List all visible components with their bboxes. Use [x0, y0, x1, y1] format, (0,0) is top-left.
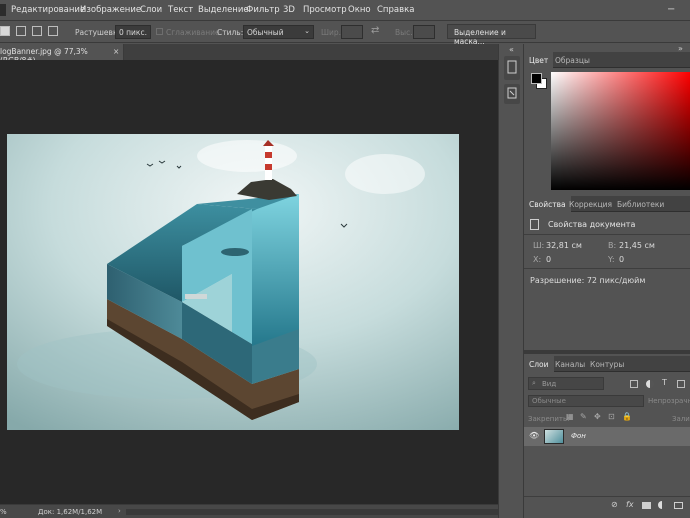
document-image[interactable] — [7, 134, 459, 430]
menu-window[interactable]: Окно — [348, 5, 371, 15]
subtract-selection-icon[interactable] — [32, 26, 42, 36]
tab-adjustments[interactable]: Коррекция — [564, 196, 617, 212]
intersect-selection-icon[interactable] — [48, 26, 58, 36]
layers-panel-tabs: Слои Каналы Контуры — [524, 356, 690, 372]
properties-title: Свойства документа — [548, 220, 636, 229]
pixel-filter-icon[interactable] — [630, 380, 638, 388]
y-prop-label: Y: — [608, 255, 615, 264]
document-tab[interactable]: logBanner.jpg @ 77,3% (RGB/8#) × — [0, 44, 124, 65]
properties-panel-tabs: Свойства Коррекция Библиотеки — [524, 196, 690, 212]
status-arrow-icon[interactable]: › — [118, 507, 121, 515]
width-input[interactable] — [341, 25, 363, 39]
antialias-label: Сглаживание — [166, 28, 220, 37]
tab-paths[interactable]: Контуры — [585, 356, 629, 372]
new-selection-icon[interactable] — [0, 26, 10, 36]
layer-filter-value: Вид — [542, 380, 557, 388]
antialias-checkbox[interactable] — [156, 28, 163, 35]
divider — [524, 268, 690, 269]
menu-bar: Редактирование Изображение Слои Текст Вы… — [0, 0, 690, 21]
properties-icon[interactable] — [504, 84, 520, 104]
menu-layers[interactable]: Слои — [140, 5, 162, 15]
menu-3d[interactable]: 3D — [283, 5, 295, 15]
menu-select[interactable]: Выделение — [198, 5, 249, 15]
search-icon: ⌕ — [532, 379, 536, 387]
foreground-color-swatch[interactable] — [531, 73, 542, 84]
fx-icon[interactable]: fx — [626, 500, 634, 509]
menu-edit[interactable]: Редактирование — [11, 5, 85, 15]
layer-thumbnail — [544, 429, 564, 444]
right-panel: » Цвет Образцы Свойства Коррекция Библио… — [524, 44, 690, 518]
status-bar: % Док: 1,62M/1,62M › — [0, 504, 498, 518]
menu-image[interactable]: Изображение — [80, 5, 141, 15]
tab-libraries[interactable]: Библиотеки — [612, 196, 669, 212]
adjustment-filter-icon[interactable] — [646, 380, 654, 388]
chevron-down-icon: ⌄ — [304, 27, 310, 35]
lock-image-icon[interactable]: ✎ — [580, 412, 587, 421]
add-mask-icon[interactable] — [642, 502, 651, 509]
x-prop-label: X: — [533, 255, 542, 264]
tab-swatches[interactable]: Образцы — [550, 52, 595, 68]
opacity-label: Непрозрачно — [648, 397, 690, 405]
options-bar: Растушевка: 0 пикс. Сглаживание Стиль: О… — [0, 21, 690, 46]
document-icon — [530, 219, 539, 230]
lock-all-icon[interactable]: 🔒 — [622, 412, 632, 421]
link-layers-icon[interactable]: ⊘ — [611, 500, 618, 509]
new-adjustment-icon[interactable] — [658, 501, 666, 509]
new-group-icon[interactable] — [674, 502, 683, 509]
style-label: Стиль: — [217, 28, 244, 37]
color-panel-tabs: Цвет Образцы — [524, 52, 690, 68]
panel-icon-strip: « — [498, 44, 524, 518]
history-icon[interactable] — [504, 56, 520, 80]
blend-mode-select[interactable]: Обычные — [528, 395, 644, 407]
layer-name[interactable]: Фон — [571, 432, 586, 440]
y-prop-value[interactable]: 0 — [619, 255, 624, 264]
type-filter-icon[interactable]: T — [662, 378, 667, 387]
height-input[interactable] — [413, 25, 435, 39]
feather-input[interactable]: 0 пикс. — [115, 25, 151, 39]
x-prop-value[interactable]: 0 — [546, 255, 551, 264]
resolution-text: Разрешение: 72 пикс/дюйм — [530, 276, 646, 285]
swap-icon[interactable]: ⇄ — [371, 25, 379, 36]
app-logo[interactable] — [0, 4, 6, 16]
lock-artboard-icon[interactable]: ⊡ — [608, 412, 615, 421]
width-prop-value[interactable]: 32,81 см — [546, 241, 582, 250]
tab-color[interactable]: Цвет — [524, 52, 554, 68]
menu-filter[interactable]: Фильтр — [246, 5, 280, 15]
menu-view[interactable]: Просмотр — [303, 5, 347, 15]
collapse-icon[interactable]: « — [509, 45, 514, 54]
height-prop-label: В: — [608, 241, 617, 250]
menu-type[interactable]: Текст — [168, 5, 193, 15]
divider — [524, 496, 690, 497]
close-icon[interactable]: × — [113, 47, 119, 56]
document-size: Док: 1,62M/1,62M — [38, 508, 103, 516]
lock-label: Закрепить: — [528, 415, 570, 423]
layer-row[interactable]: 👁 Фон — [524, 427, 690, 446]
divider — [524, 234, 690, 235]
height-prop-value[interactable]: 21,45 см — [619, 241, 655, 250]
zoom-level[interactable]: % — [0, 508, 7, 516]
style-value: Обычный — [247, 28, 284, 37]
shape-filter-icon[interactable] — [677, 380, 685, 388]
lock-position-icon[interactable]: ✥ — [594, 412, 601, 421]
width-prop-label: Ш: — [533, 241, 545, 250]
select-and-mask-button[interactable]: Выделение и маска... — [447, 24, 536, 46]
color-picker-field[interactable] — [551, 72, 690, 190]
blend-mode-value: Обычные — [532, 397, 566, 405]
panel-separator — [524, 350, 690, 354]
minimize-icon[interactable]: − — [667, 4, 675, 15]
layer-filter-select[interactable]: ⌕ Вид — [528, 377, 604, 390]
lock-transparent-icon[interactable]: ▦ — [566, 412, 574, 421]
style-select[interactable]: Обычный ⌄ — [243, 25, 314, 39]
horizontal-scrollbar[interactable] — [126, 509, 498, 515]
fill-label: Залив — [672, 415, 690, 423]
menu-help[interactable]: Справка — [377, 5, 414, 15]
eye-icon[interactable]: 👁 — [529, 431, 539, 440]
add-selection-icon[interactable] — [16, 26, 26, 36]
